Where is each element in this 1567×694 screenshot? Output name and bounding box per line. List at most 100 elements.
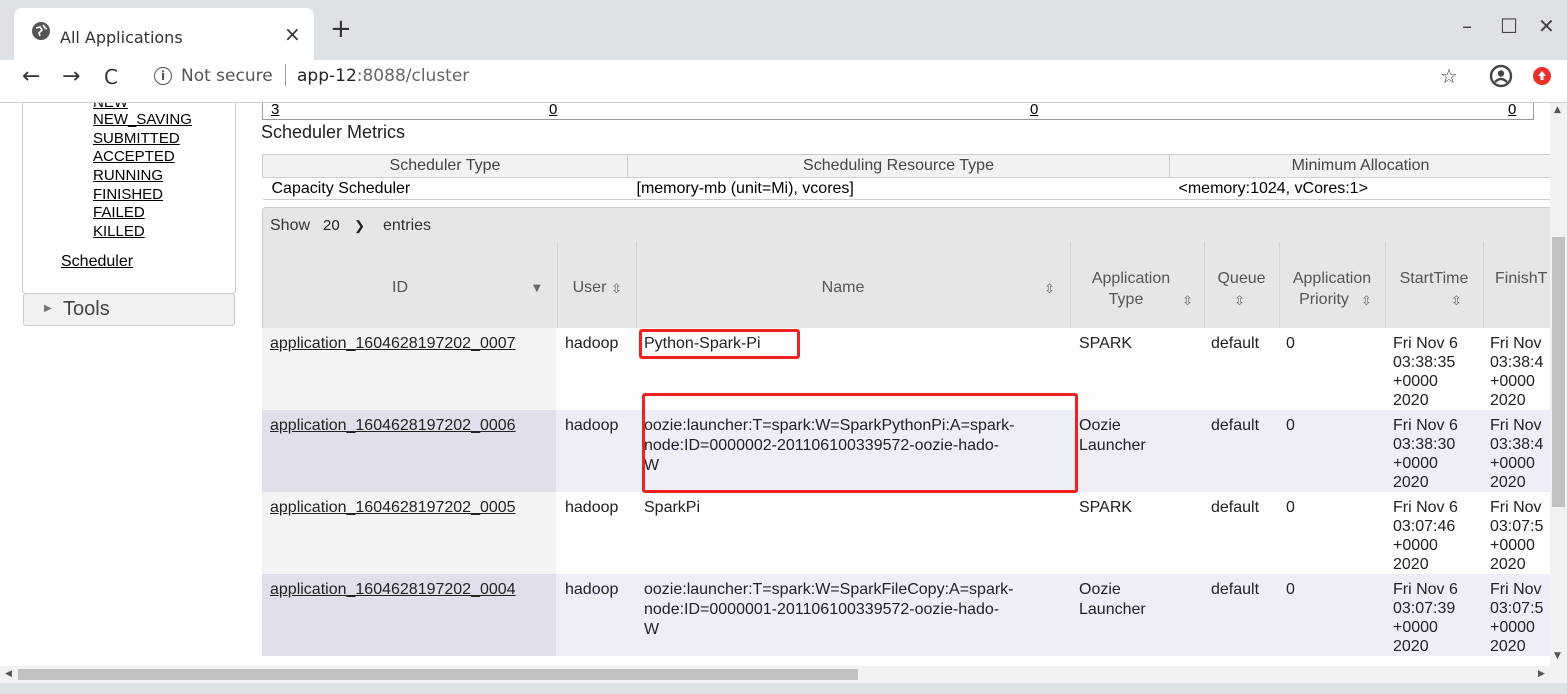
sidebar-state-finished[interactable]: FINISHED <box>93 187 163 203</box>
time-line: 2020 <box>1393 474 1429 491</box>
time-line: 2020 <box>1490 392 1526 409</box>
application-id-link[interactable]: application_1604628197202_0005 <box>270 498 516 518</box>
col-header-type-label-2: Type <box>1108 291 1144 308</box>
entries-select-value: 20 <box>323 217 340 234</box>
metric-value[interactable]: 0 <box>549 103 557 118</box>
time-line: Fri Nov 6 <box>1393 499 1458 516</box>
vertical-scroll-thumb[interactable] <box>1552 237 1565 507</box>
extension-icon[interactable] <box>1531 65 1553 87</box>
name-cell: oozie:launcher:T=spark:W=SparkFileCopy:A… <box>644 580 1014 640</box>
sidebar-state-accepted[interactable]: ACCEPTED <box>93 149 175 165</box>
col-header-type-label: Application <box>1091 270 1171 287</box>
table-length-control: Show 20 ❯ entries <box>262 207 1554 243</box>
time-line: 2020 <box>1393 638 1429 655</box>
scheduler-metrics-title: Scheduler Metrics <box>261 122 406 142</box>
scroll-right-icon[interactable]: ▶ <box>1538 669 1545 679</box>
type-cell: Oozie Launcher <box>1079 416 1146 456</box>
scroll-left-icon[interactable]: ◀ <box>5 669 12 679</box>
time-line: 03:38:4 <box>1490 436 1544 453</box>
account-icon[interactable] <box>1489 64 1513 88</box>
time-line: Fri Nov <box>1490 581 1542 598</box>
col-header-type[interactable]: Application Type ⇳ <box>1070 242 1205 328</box>
tab-title: All Applications <box>60 28 183 47</box>
sidebar-scheduler-link[interactable]: Scheduler <box>61 253 133 271</box>
type-line: Launcher <box>1079 437 1146 454</box>
col-header-queue-label: Queue <box>1217 270 1266 287</box>
page-viewport: NEW NEW_SAVING SUBMITTED ACCEPTED RUNNIN… <box>0 103 1567 694</box>
min-allocation-value: <memory:1024, vCores:1> <box>1169 177 1552 200</box>
metric-value[interactable]: 3 <box>271 103 279 118</box>
bookmark-star-icon[interactable]: ☆ <box>1440 64 1458 89</box>
time-line: 03:07:5 <box>1490 518 1544 535</box>
info-icon[interactable]: i <box>154 67 172 85</box>
sort-desc-icon: ▼ <box>533 283 541 294</box>
table-row: application_1604628197202_0005 hadoop Sp… <box>262 492 1552 574</box>
sidebar-panel: NEW NEW_SAVING SUBMITTED ACCEPTED RUNNIN… <box>22 103 236 294</box>
time-line: Fri Nov 6 <box>1393 335 1458 352</box>
sidebar-state-new-saving[interactable]: NEW_SAVING <box>93 112 192 128</box>
time-line: 03:07:39 <box>1393 600 1456 617</box>
new-tab-button[interactable]: + <box>330 16 352 42</box>
cluster-metrics-row: 3 0 0 0 <box>262 103 1534 120</box>
entries-label: entries <box>383 217 432 234</box>
tools-label: Tools <box>63 298 110 320</box>
tab-close-icon[interactable]: × <box>284 24 301 44</box>
col-header-queue[interactable]: Queue ⇳ <box>1204 242 1280 328</box>
time-line: +0000 <box>1393 455 1438 472</box>
sidebar-state-killed[interactable]: KILLED <box>93 224 145 240</box>
browser-tab[interactable]: All Applications × <box>14 8 314 60</box>
reload-icon[interactable]: C <box>104 65 118 89</box>
close-window-icon[interactable]: ✕ <box>1538 14 1555 38</box>
vertical-scrollbar[interactable]: ▲ ▼ <box>1550 103 1567 677</box>
maximize-icon[interactable]: ☐ <box>1500 14 1518 38</box>
col-header-starttime[interactable]: StartTime ⇳ <box>1385 242 1484 328</box>
sidebar-state-running[interactable]: RUNNING <box>93 168 163 184</box>
col-min-allocation[interactable]: Minimum Allocation <box>1169 154 1552 178</box>
back-arrow-icon[interactable]: ← <box>22 64 40 89</box>
name-cell: SparkPi <box>644 499 701 516</box>
url-text[interactable]: app-12:8088/cluster <box>297 66 469 86</box>
scroll-down-icon[interactable]: ▼ <box>1554 651 1561 661</box>
url-divider <box>285 64 286 86</box>
col-header-name[interactable]: Name ⇳ <box>636 242 1071 328</box>
sidebar-tools-section[interactable]: ▶ Tools <box>23 293 235 326</box>
tab-strip: All Applications × + – ☐ ✕ <box>0 0 1567 60</box>
sidebar-state-new[interactable]: NEW <box>93 103 128 111</box>
col-header-priority[interactable]: Application Priority ⇳ <box>1279 242 1386 328</box>
minimize-icon[interactable]: – <box>1462 14 1472 38</box>
sidebar-state-submitted[interactable]: SUBMITTED <box>93 131 180 147</box>
type-line: Oozie <box>1079 417 1121 434</box>
name-line: oozie:launcher:T=spark:W=SparkFileCopy:A… <box>644 581 1014 598</box>
application-id-link[interactable]: application_1604628197202_0004 <box>270 580 516 600</box>
col-scheduler-type[interactable]: Scheduler Type <box>262 154 628 178</box>
horizontal-scrollbar[interactable]: ◀ ▶ <box>0 666 1567 683</box>
queue-cell: default <box>1211 499 1260 516</box>
user-cell: hadoop <box>565 581 619 598</box>
time-line: Fri Nov 6 <box>1393 581 1458 598</box>
time-line: 03:38:4 <box>1490 354 1544 371</box>
time-line: +0000 <box>1490 619 1535 636</box>
application-id-link[interactable]: application_1604628197202_0007 <box>270 334 516 354</box>
col-header-finishtime-label: FinishT <box>1495 270 1548 287</box>
time-line: 03:07:46 <box>1393 518 1456 535</box>
col-resource-type[interactable]: Scheduling Resource Type <box>627 154 1170 178</box>
forward-arrow-icon[interactable]: → <box>62 64 80 89</box>
type-cell: SPARK <box>1079 499 1133 516</box>
time-line: Fri Nov <box>1490 335 1542 352</box>
name-line: node:ID=0000001-201106100339572-oozie-ha… <box>644 601 1000 618</box>
time-line: 2020 <box>1490 638 1526 655</box>
sidebar-state-failed[interactable]: FAILED <box>93 205 145 221</box>
type-line: Oozie <box>1079 581 1121 598</box>
user-cell: hadoop <box>565 417 619 434</box>
scroll-up-icon[interactable]: ▲ <box>1554 105 1561 115</box>
horizontal-scroll-thumb[interactable] <box>18 669 858 680</box>
col-header-finishtime[interactable]: FinishT <box>1483 242 1553 328</box>
metric-value[interactable]: 0 <box>1508 103 1516 118</box>
user-cell: hadoop <box>565 335 619 352</box>
col-header-starttime-label: StartTime <box>1399 270 1469 287</box>
entries-select[interactable]: 20 ❯ <box>319 215 375 237</box>
col-header-id[interactable]: ID ▼ <box>263 242 558 328</box>
priority-cell: 0 <box>1286 417 1295 434</box>
application-id-link[interactable]: application_1604628197202_0006 <box>270 416 516 436</box>
metric-value[interactable]: 0 <box>1030 103 1038 118</box>
